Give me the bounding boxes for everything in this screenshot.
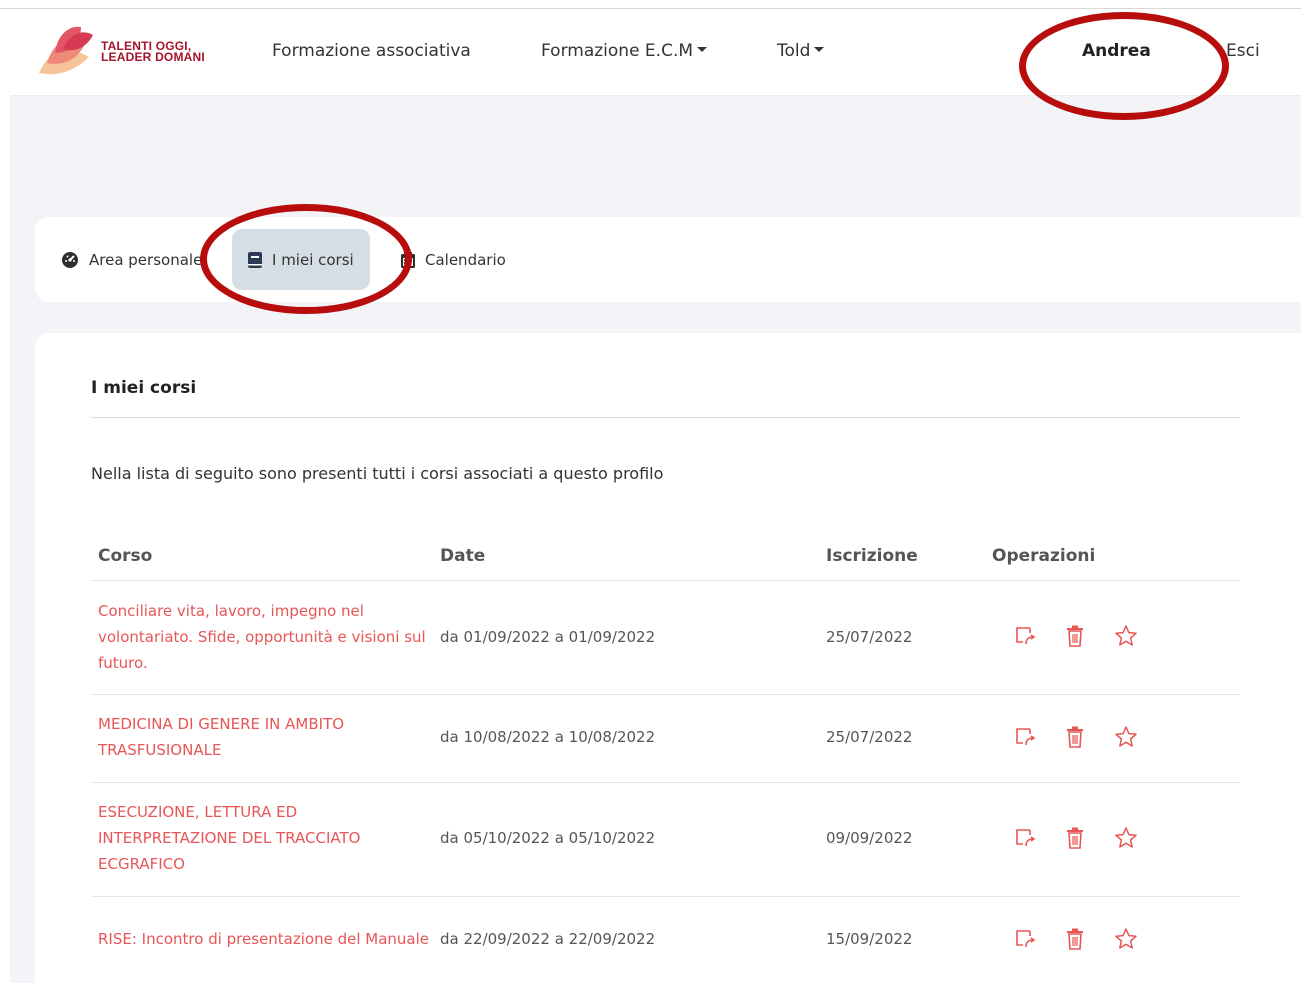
trash-icon[interactable] (1063, 826, 1087, 850)
calendar-icon (401, 251, 415, 268)
nav-label: Told (777, 41, 811, 61)
dates-cell: da 22/09/2022 a 22/09/2022 (440, 930, 656, 948)
nav-formazione-associativa[interactable]: Formazione associativa (272, 41, 471, 61)
tab-label: I miei corsi (272, 250, 354, 269)
star-icon[interactable] (1114, 725, 1138, 749)
row-divider (91, 896, 1240, 897)
course-cell: ESECUZIONE, LETTURA ED INTERPRETAZIONE D… (98, 799, 438, 877)
logout-link[interactable]: Esci (1226, 41, 1260, 61)
tab-area-personale[interactable]: Area personale (61, 229, 202, 290)
course-link[interactable]: Conciliare vita, lavoro, impegno nel vol… (98, 598, 438, 676)
open-course-icon[interactable] (1013, 725, 1037, 749)
course-cell: MEDICINA DI GENERE IN AMBITO TRASFUSIONA… (98, 711, 438, 763)
course-cell: RISE: Incontro di presentazione del Manu… (98, 913, 438, 965)
dates-cell: da 05/10/2022 a 05/10/2022 (440, 829, 656, 847)
nav-told[interactable]: Told (777, 41, 825, 61)
row-operations (1013, 927, 1138, 951)
trash-icon[interactable] (1063, 927, 1087, 951)
top-navbar: TALENTI OGGI, LEADER DOMANI Formazione a… (10, 9, 1301, 96)
row-divider (91, 782, 1240, 783)
enrollment-date-cell: 09/09/2022 (826, 829, 913, 847)
dates-cell: da 01/09/2022 a 01/09/2022 (440, 628, 656, 646)
caret-down-icon (697, 46, 708, 52)
star-icon[interactable] (1114, 826, 1138, 850)
trash-icon[interactable] (1063, 725, 1087, 749)
column-header-operazioni: Operazioni (992, 546, 1096, 566)
nav-label: Formazione associativa (272, 41, 471, 61)
logo-icon[interactable] (35, 23, 95, 81)
row-divider (91, 694, 1240, 695)
caret-down-icon (814, 46, 825, 52)
course-cell: Conciliare vita, lavoro, impegno nel vol… (98, 598, 438, 676)
enrollment-date-cell: 25/07/2022 (826, 628, 913, 646)
column-header-corso: Corso (98, 546, 153, 566)
course-link[interactable]: MEDICINA DI GENERE IN AMBITO TRASFUSIONA… (98, 711, 438, 763)
column-header-iscrizione: Iscrizione (826, 546, 918, 566)
courses-card: I miei corsi Nella lista di seguito sono… (35, 333, 1301, 983)
row-operations (1013, 725, 1138, 749)
open-course-icon[interactable] (1013, 624, 1037, 648)
tab-i-miei-corsi[interactable]: I miei corsi (232, 229, 370, 290)
section-title: I miei corsi (91, 378, 197, 398)
star-icon[interactable] (1114, 624, 1138, 648)
column-header-date: Date (440, 546, 486, 566)
logo-line-2: LEADER DOMANI (101, 50, 205, 64)
trash-icon[interactable] (1063, 624, 1087, 648)
section-divider (91, 417, 1240, 418)
tab-calendario[interactable]: Calendario (401, 229, 506, 290)
table-header-divider (91, 580, 1240, 581)
open-course-icon[interactable] (1013, 826, 1037, 850)
user-menu-name[interactable]: Andrea (1082, 41, 1151, 61)
section-intro: Nella lista di seguito sono presenti tut… (91, 464, 664, 483)
course-link[interactable]: ESECUZIONE, LETTURA ED INTERPRETAZIONE D… (98, 799, 438, 877)
enrollment-date-cell: 25/07/2022 (826, 728, 913, 746)
enrollment-date-cell: 15/09/2022 (826, 930, 913, 948)
dates-cell: da 10/08/2022 a 10/08/2022 (440, 728, 656, 746)
row-operations (1013, 624, 1138, 648)
dashboard-icon (61, 251, 79, 269)
nav-label: Formazione E.C.M (541, 41, 694, 61)
open-course-icon[interactable] (1013, 927, 1037, 951)
profile-tabs: Area personale I miei corsi Calendario (35, 217, 1301, 302)
tab-label: Area personale (89, 250, 203, 269)
star-icon[interactable] (1114, 927, 1138, 951)
course-link[interactable]: RISE: Incontro di presentazione del Manu… (98, 926, 429, 952)
logo-text[interactable]: TALENTI OGGI, LEADER DOMANI (101, 40, 205, 64)
row-operations (1013, 826, 1138, 850)
nav-formazione-ecm[interactable]: Formazione E.C.M (541, 41, 708, 61)
book-icon (248, 251, 262, 268)
tab-label: Calendario (425, 250, 506, 269)
